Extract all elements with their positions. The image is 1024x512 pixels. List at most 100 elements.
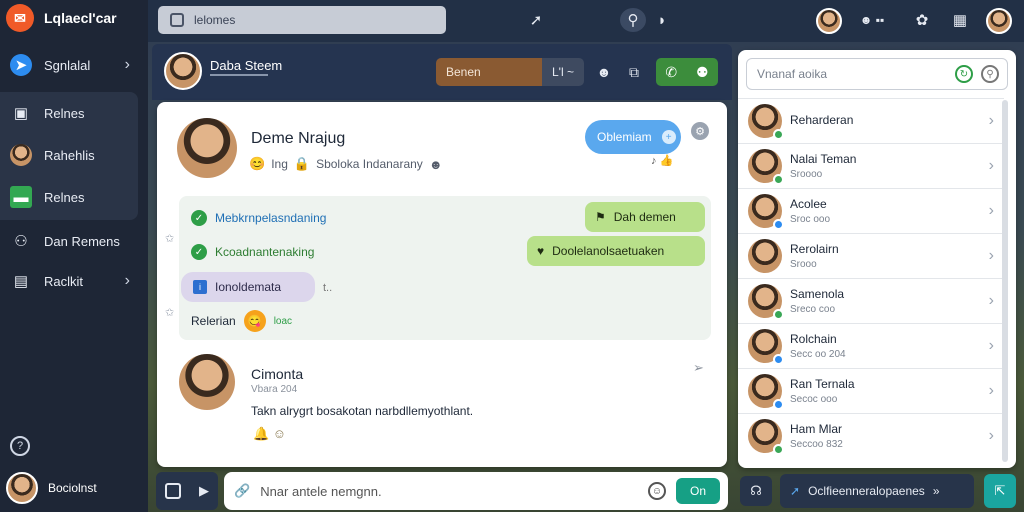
- sidebar-item-label: Sgnlalal: [44, 57, 91, 73]
- notification-badge-icon[interactable]: ☻ ▪▪: [850, 8, 894, 32]
- bubble-label: Oblemiam: [597, 130, 652, 144]
- contact-name: Nalai Teman: [790, 152, 857, 166]
- contact-text: Ham Mlar Seccoo 832: [790, 422, 843, 450]
- reaction-icons[interactable]: 🔔 ☺: [253, 426, 286, 442]
- tag-pill[interactable]: i Ionoldemata: [181, 272, 315, 302]
- reaction-icons[interactable]: ♪ 👍: [651, 154, 673, 167]
- contact-text: Ran Ternala Secoc ooo: [790, 377, 855, 405]
- help-icon[interactable]: ?: [10, 436, 30, 456]
- app-logo-icon: ✉: [6, 4, 34, 32]
- participants-icon[interactable]: ☻: [592, 60, 616, 84]
- status-dropdown-toggle[interactable]: L'l ~: [542, 58, 584, 86]
- contact-avatar: [748, 419, 784, 455]
- bag-icon: ▤: [13, 273, 29, 290]
- contact-name: Samenola: [790, 287, 845, 301]
- person-icon: [10, 144, 32, 166]
- expand-icon[interactable]: ⇱: [984, 474, 1016, 508]
- message-pill-label: Doolelanolsaetuaken: [552, 244, 665, 258]
- message-row: ✓ Kcoadnantenaking: [191, 244, 314, 260]
- settings-icon[interactable]: ✿: [910, 8, 934, 32]
- message-text: Mebkrnpelasndaning: [215, 211, 327, 225]
- top-search-field[interactable]: lelomes: [158, 6, 446, 34]
- contact-search-input[interactable]: [757, 67, 955, 81]
- avatar: [6, 472, 38, 504]
- chevron-right-icon: ›: [988, 157, 994, 174]
- sidebar-item-rahehlis[interactable]: Rahehlis: [6, 136, 138, 174]
- contact-row[interactable]: Nalai Teman Sroooo ›: [738, 143, 1004, 188]
- grid-menu-icon[interactable]: ▦: [948, 8, 972, 32]
- presence-dot: [773, 174, 784, 185]
- user-avatar-icon[interactable]: [816, 8, 842, 34]
- sidebar-item-sgnlalal[interactable]: ➤ Sgnlalal ›: [6, 46, 138, 84]
- link-icon: 🔗: [234, 483, 251, 498]
- message-pill[interactable]: ⚑ Dah demen: [585, 202, 705, 232]
- contact-sub: Seccoo 832: [790, 439, 843, 450]
- emoji-picker-icon[interactable]: ☺: [648, 482, 666, 500]
- attach-icon[interactable]: [165, 483, 181, 499]
- check-icon: ✓: [191, 244, 207, 260]
- contact-name: Acolee: [790, 197, 827, 211]
- add-icon: +: [661, 130, 676, 144]
- cursor-icon[interactable]: ➚: [524, 8, 548, 32]
- message-row: ✓ Mebkrnpelasndaning: [191, 210, 326, 226]
- inbox-icon: ▣: [13, 105, 29, 122]
- sidebar-item-relnes-2[interactable]: ▬ Relnes: [6, 178, 138, 216]
- refresh-icon[interactable]: ↻: [955, 65, 973, 83]
- phone-icon[interactable]: ◗: [650, 8, 674, 32]
- chevron-right-icon: ›: [988, 382, 994, 399]
- contact-row[interactable]: Samenola Sreco coo ›: [738, 278, 1004, 323]
- options-icon[interactable]: ⚙: [691, 122, 709, 140]
- call-actions[interactable]: ✆ ⚉: [656, 58, 718, 86]
- sidebar-item-label: Raclkit: [44, 273, 84, 289]
- top-bar: lelomes ➚ ⚲ ◗ ☻ ▪▪ ✿ ▦: [148, 0, 1024, 42]
- contact-sub: Srooo: [790, 259, 817, 270]
- post-meta: 😊 Ing 🔒 Sboloka Indanarany ☻: [249, 156, 443, 172]
- contacts-scrollbar[interactable]: [1002, 100, 1008, 462]
- send-icon[interactable]: ➢: [693, 360, 704, 376]
- contact-row[interactable]: Acolee Sroc ooo ›: [738, 188, 1004, 233]
- message-input[interactable]: [260, 483, 638, 499]
- presence-dot: [773, 399, 784, 410]
- contact-sub: Sroc ooo: [790, 214, 831, 225]
- emoji-icon: 😊: [249, 156, 266, 171]
- brand[interactable]: ✉ Lqlaecl'car: [6, 4, 117, 32]
- chevron-right-icon: ›: [988, 202, 994, 219]
- post-meta-b: Sboloka Indanarany: [316, 157, 423, 171]
- message-pill[interactable]: ♥ Doolelanolsaetuaken: [527, 236, 705, 266]
- headset-icon[interactable]: ☊: [740, 476, 772, 506]
- contact-text: Rolchain Secc oo 204: [790, 332, 846, 360]
- star-icon: ✩: [165, 307, 175, 319]
- chat-title: Daba Steem: [210, 58, 283, 73]
- contact-name: Reharderan: [790, 112, 854, 127]
- sidebar-item-relnes[interactable]: ▣ Relnes: [6, 94, 138, 132]
- add-person-icon[interactable]: ⚉: [696, 64, 709, 81]
- video-icon[interactable]: ⧉: [622, 60, 646, 84]
- profile-button[interactable]: Bociolnst: [6, 472, 97, 504]
- status-dropdown[interactable]: Benen: [436, 58, 542, 86]
- message-thread: Deme Nrajug 😊 Ing 🔒 Sboloka Indanarany ☻…: [157, 102, 727, 467]
- sidebar-item-dan-remens[interactable]: ⚇ Dan Remens: [6, 222, 138, 260]
- sidebar-item-label: Rahehlis: [44, 147, 95, 163]
- tag-icon: i: [193, 280, 207, 294]
- contact-row[interactable]: Reharderan ›: [738, 98, 1004, 143]
- contact-row[interactable]: Rerolairn Srooo ›: [738, 233, 1004, 278]
- reply-bubble-button[interactable]: Oblemiam +: [585, 120, 681, 154]
- face-icon: ☻: [428, 156, 443, 172]
- star-icon: ✩: [165, 233, 175, 245]
- presence-dot: [773, 354, 784, 365]
- smile-emoji-icon[interactable]: 😋: [243, 310, 266, 332]
- contact-row[interactable]: Ham Mlar Seccoo 832 ›: [738, 413, 1004, 458]
- contact-row[interactable]: Ran Ternala Secoc ooo ›: [738, 368, 1004, 413]
- filter-icon[interactable]: ⚲: [981, 65, 999, 83]
- contact-row[interactable]: Rolchain Secc oo 204 ›: [738, 323, 1004, 368]
- play-icon[interactable]: ▶: [199, 483, 209, 499]
- account-avatar-icon[interactable]: [986, 8, 1012, 34]
- author-avatar: [177, 118, 237, 178]
- status-tail-label: L'l ~: [552, 65, 574, 79]
- call-icon[interactable]: ✆: [665, 64, 677, 81]
- presence-dot: [773, 219, 784, 230]
- sidebar-item-raclkit[interactable]: ▤ Raclkit ›: [6, 262, 138, 300]
- bottom-action-bar[interactable]: ➚ Oclfieenneralopaenes »: [780, 474, 974, 508]
- search-icon[interactable]: ⚲: [620, 8, 646, 32]
- send-button[interactable]: On: [676, 478, 720, 504]
